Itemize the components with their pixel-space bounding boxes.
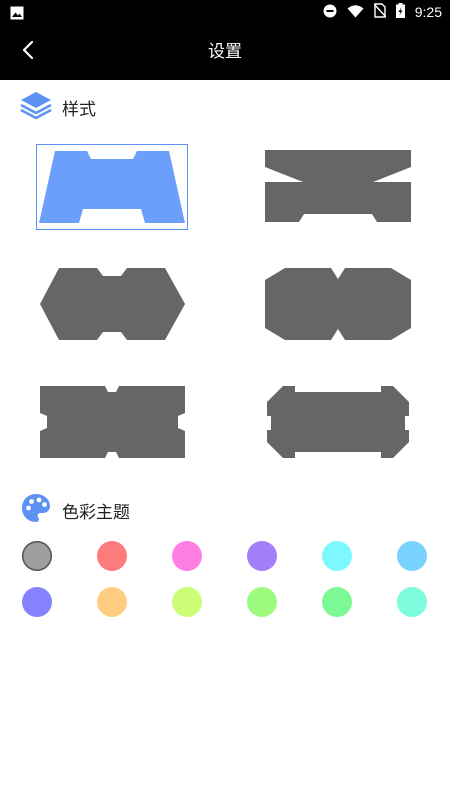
style-shape-3 <box>40 268 185 340</box>
style-shape-6 <box>267 386 409 458</box>
color-swatch-4[interactable] <box>247 541 277 571</box>
style-option-5[interactable] <box>37 380 187 464</box>
palette-icon <box>20 492 52 528</box>
page-title: 设置 <box>208 42 242 62</box>
color-swatch-3[interactable] <box>172 541 202 571</box>
layers-icon <box>20 90 52 124</box>
style-option-6[interactable] <box>263 380 413 464</box>
theme-section-header: 色彩主题 <box>20 494 130 526</box>
image-icon <box>10 5 24 24</box>
status-time: 9:25 <box>414 4 442 20</box>
color-swatch-7[interactable] <box>22 587 52 617</box>
dnd-icon <box>323 3 337 22</box>
color-swatch-10[interactable] <box>247 587 277 617</box>
style-option-1[interactable] <box>36 144 188 230</box>
color-swatch-9[interactable] <box>172 587 202 617</box>
style-section-header: 样式 <box>20 91 96 123</box>
wifi-icon <box>347 3 364 22</box>
battery-icon <box>395 2 405 22</box>
color-swatch-5[interactable] <box>322 541 352 571</box>
color-swatch-11[interactable] <box>322 587 352 617</box>
style-shape-1 <box>39 151 185 223</box>
theme-section-label: 色彩主题 <box>62 502 130 523</box>
color-swatch-6[interactable] <box>397 541 427 571</box>
style-shape-5 <box>40 386 185 458</box>
style-option-2[interactable] <box>263 145 413 229</box>
status-bar: 9:25 <box>0 0 450 24</box>
style-section-label: 样式 <box>62 99 96 120</box>
status-icons: 9:25 <box>323 0 442 24</box>
color-swatch-1[interactable] <box>22 541 52 571</box>
style-option-4[interactable] <box>263 262 413 346</box>
color-swatch-12[interactable] <box>397 587 427 617</box>
color-swatch-8[interactable] <box>97 587 127 617</box>
color-swatch-2[interactable] <box>97 541 127 571</box>
no-sim-icon <box>373 2 387 22</box>
style-shape-2 <box>265 150 411 222</box>
app-bar: 设置 <box>0 24 450 80</box>
style-option-3[interactable] <box>37 262 187 346</box>
style-shape-4 <box>265 268 411 340</box>
